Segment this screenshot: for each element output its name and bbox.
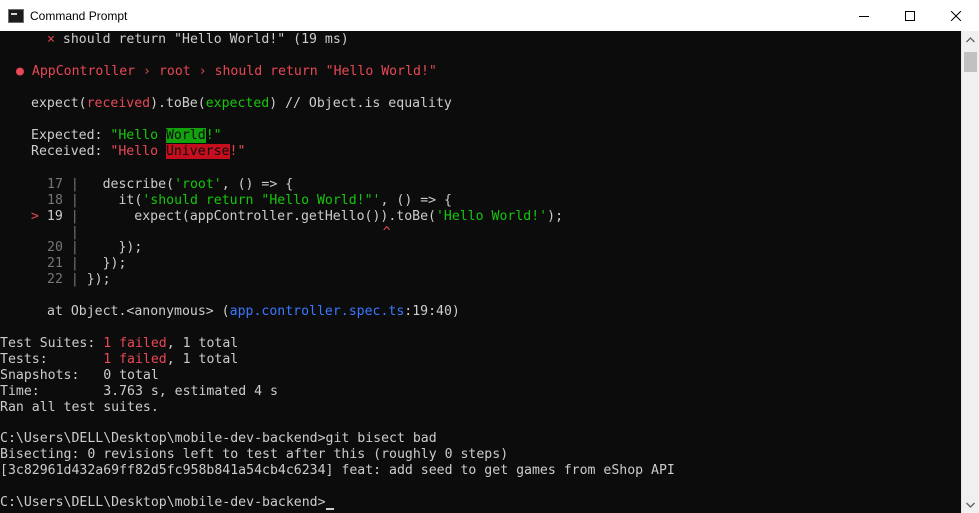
- error-bullet: ●: [16, 64, 24, 79]
- final-prompt-line[interactable]: C:\Users\DELL\Desktop\mobile-dev-backend…: [0, 495, 334, 511]
- code-frame-line-22: 22 | });: [47, 272, 111, 287]
- code-text: );: [547, 209, 564, 224]
- expect-expected: expected: [205, 96, 270, 111]
- summary-snapshots: Snapshots: 0 total: [0, 368, 159, 384]
- line-number: 20: [47, 240, 63, 255]
- code-frame-line-21: 21 | });: [47, 256, 127, 271]
- code-string: 'Hello World!': [435, 209, 548, 224]
- expect-prefix: expect(: [31, 96, 87, 111]
- prompt-text: C:\Users\DELL\Desktop\mobile-dev-backend…: [0, 495, 326, 510]
- error-header-text: AppController › root › should return "He…: [31, 64, 437, 79]
- fail-mark: ×: [47, 32, 55, 47]
- summary-time: Time: 3.763 s, estimated 4 s: [0, 384, 278, 400]
- stack-trace-line: at Object.<anonymous> (app.controller.sp…: [47, 304, 460, 320]
- failed-test-text: should return "Hello World!" (19 ms): [62, 32, 349, 47]
- code-frame-caret-line: | ^: [47, 225, 391, 240]
- code-text: , () => {: [380, 193, 452, 208]
- code-frame-line-18: 18 | it('should return "Hello World!"', …: [47, 193, 452, 208]
- code-text: , () => {: [221, 177, 294, 192]
- summary-tests: Tests: 1 failed, 1 total: [0, 352, 238, 368]
- window-controls: [841, 0, 979, 31]
- stack-location: :19:40): [404, 304, 460, 319]
- summary-label: Test Suites:: [0, 336, 104, 351]
- summary-label: Snapshots:: [0, 368, 104, 383]
- summary-failed: 1 failed: [103, 336, 167, 351]
- prompt-command-line: C:\Users\DELL\Desktop\mobile-dev-backend…: [0, 431, 437, 446]
- line-number: 22: [47, 272, 63, 287]
- close-icon: [951, 10, 961, 21]
- console-app-icon: [8, 8, 24, 23]
- summary-label: Tests:: [0, 352, 104, 367]
- code-string: 'root': [174, 177, 222, 192]
- expected-value-line: Expected: "Hello World!": [31, 128, 222, 144]
- expect-line: expect(received).toBe(expected) // Objec…: [31, 96, 452, 112]
- received-value-line: Received: "Hello Universe!": [31, 144, 245, 160]
- vertical-scrollbar[interactable]: [961, 31, 979, 513]
- maximize-button[interactable]: [887, 0, 933, 31]
- expect-middle: ).toBe(: [150, 96, 206, 111]
- console-output[interactable]: × should return "Hello World!" (19 ms) ●…: [0, 31, 961, 513]
- scroll-up-button[interactable]: [962, 31, 979, 48]
- error-header: ● AppController › root › should return "…: [16, 64, 437, 80]
- summary-total: , 1 total: [166, 352, 239, 367]
- expected-pre: "Hello: [110, 128, 166, 143]
- received-diff: Universe: [165, 144, 230, 159]
- summary-label: Time:: [0, 384, 104, 399]
- stack-file-link[interactable]: app.controller.spec.ts: [230, 304, 405, 319]
- received-post: !": [229, 144, 246, 159]
- chevron-down-icon: [966, 502, 975, 508]
- summary-total: , 1 total: [166, 336, 239, 351]
- stack-prefix: at Object.<anonymous> (: [47, 304, 230, 319]
- code-text: });: [86, 272, 111, 287]
- line-number: 19: [46, 209, 63, 224]
- code-text: });: [102, 256, 127, 271]
- text-cursor: [325, 508, 334, 510]
- window-title: Command Prompt: [30, 8, 128, 23]
- code-text: expect(appController.getHello()).toBe(: [134, 209, 436, 224]
- expect-received: received: [86, 96, 151, 111]
- code-text: });: [118, 240, 143, 255]
- failed-test-line: × should return "Hello World!" (19 ms): [47, 32, 349, 48]
- title-bar[interactable]: Command Prompt: [0, 0, 979, 31]
- summary-value: 3.763 s, estimated 4 s: [103, 384, 278, 399]
- bisect-commit-line: [3c82961d432a69ff82d5fc958b841a54cb4c623…: [0, 463, 675, 478]
- code-text: it(: [118, 193, 143, 208]
- expected-post: !": [205, 128, 222, 143]
- line-number: 17: [47, 177, 63, 192]
- chevron-up-icon: [966, 36, 975, 42]
- received-label: Received:: [31, 144, 111, 159]
- error-line-marker: >: [31, 209, 39, 224]
- scroll-down-button[interactable]: [962, 496, 979, 513]
- summary-failed: 1 failed: [103, 352, 167, 367]
- bisect-status-line: Bisecting: 0 revisions left to test afte…: [0, 447, 509, 462]
- line-number: 18: [47, 193, 63, 208]
- summary-value: 0 total: [103, 368, 159, 383]
- scroll-thumb[interactable]: [964, 52, 977, 72]
- expected-diff: World: [165, 128, 206, 143]
- close-button[interactable]: [933, 0, 979, 31]
- received-pre: "Hello: [110, 144, 166, 159]
- minimize-button[interactable]: [841, 0, 887, 31]
- code-frame-line-19: > 19 | expect(appController.getHello()).…: [31, 209, 564, 224]
- maximize-icon: [905, 10, 915, 21]
- summary-test-suites: Test Suites: 1 failed, 1 total: [0, 336, 238, 352]
- command-prompt-window: Command Prompt × should return "Hello Wo…: [0, 0, 979, 513]
- code-frame-line-20: 20 | });: [47, 240, 143, 255]
- line-number: 21: [47, 256, 63, 271]
- expected-label: Expected:: [31, 128, 111, 143]
- error-caret: ^: [382, 225, 391, 240]
- expect-suffix: ) // Object.is equality: [269, 96, 452, 111]
- summary-ran: Ran all test suites.: [0, 400, 159, 415]
- minimize-icon: [859, 15, 869, 17]
- code-string: 'should return "Hello World!"': [142, 193, 381, 208]
- code-frame-line-17: 17 | describe('root', () => {: [47, 177, 294, 192]
- code-text: describe(: [102, 177, 175, 192]
